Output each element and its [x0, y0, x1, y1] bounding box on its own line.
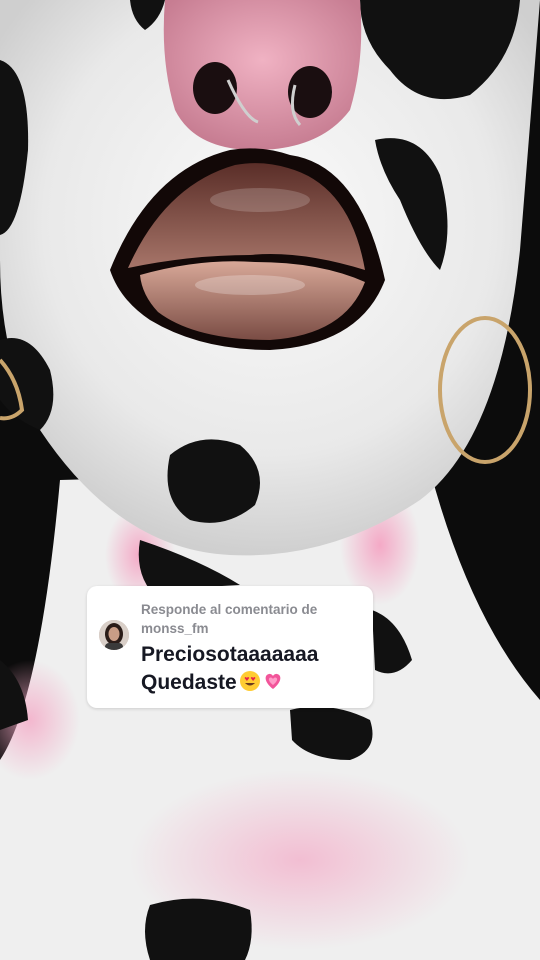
- avatar[interactable]: [99, 620, 129, 650]
- spot-chin: [167, 439, 260, 523]
- spot-chest: [145, 898, 252, 960]
- heart-eyes-emoji-icon: [239, 671, 260, 691]
- comment-reply-card[interactable]: Responde al comentario de monss_fm Preci…: [87, 586, 373, 708]
- video-content: [0, 0, 540, 960]
- reply-username[interactable]: monss_fm: [141, 621, 209, 636]
- reply-header: Responde al comentario de monss_fm: [141, 600, 317, 638]
- reply-label: Responde al comentario de: [141, 602, 318, 617]
- comment-line1: Preciosotaaaaaaa: [141, 643, 319, 666]
- comment-text: Preciosotaaaaaaa Quedaste: [141, 641, 318, 697]
- growing-heart-icon: [265, 673, 281, 689]
- nose-paint: [163, 0, 362, 150]
- comment-line2: Quedaste: [141, 671, 237, 694]
- video-frame[interactable]: [0, 0, 540, 960]
